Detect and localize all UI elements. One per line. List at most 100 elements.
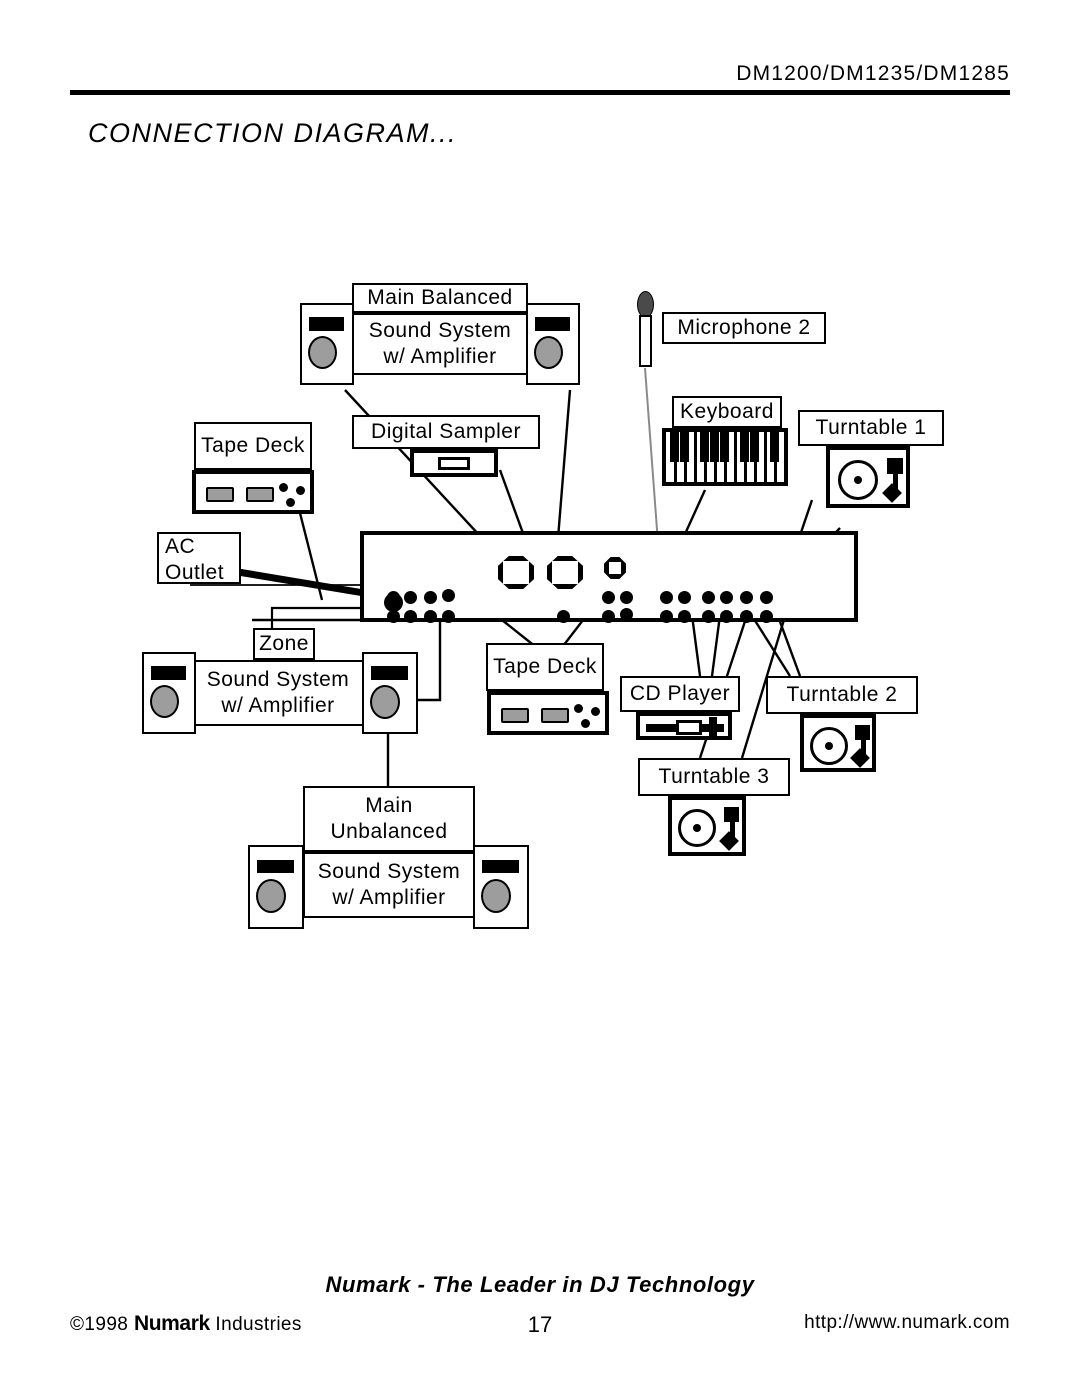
main-unbalanced-title-line2: Unbalanced: [330, 820, 448, 843]
rca-jack: [720, 610, 733, 623]
speaker-woofer-icon: [308, 336, 337, 370]
rca-jack: [702, 591, 715, 604]
speaker-woofer-icon: [481, 879, 512, 914]
zone-line2: w/ Amplifier: [221, 694, 335, 717]
turntable-platter-icon: [678, 809, 716, 847]
tape-control-dot: [296, 486, 305, 495]
speaker-tweeter-icon: [151, 666, 186, 680]
main-balanced-speaker-right: [526, 303, 580, 385]
main-unbalanced-title: Main Unbalanced: [303, 786, 475, 852]
turntable-3-device: [668, 796, 746, 856]
tape-deck-2-label-text: Tape Deck: [493, 655, 597, 679]
speaker-woofer-icon: [256, 879, 287, 914]
rca-jack: [660, 591, 673, 604]
microphone-label: Microphone 2: [662, 312, 826, 344]
rca-jack: [702, 610, 715, 623]
tape-control-dot: [574, 704, 583, 713]
rca-jack: [760, 610, 773, 623]
mic-input-jack: [604, 557, 626, 579]
cd-player-device: [636, 712, 732, 740]
keyboard-keys-icon: [666, 432, 784, 482]
ac-outlet-box: AC Outlet: [157, 532, 241, 584]
tape-deck-1-label: Tape Deck: [194, 422, 312, 470]
speaker-tweeter-icon: [257, 859, 294, 874]
tape-slot-icon: [501, 708, 529, 723]
speaker-tweeter-icon: [309, 317, 344, 331]
rca-jack: [760, 591, 773, 604]
rca-jack: [424, 610, 437, 623]
main-balanced-speaker-left: [300, 303, 354, 385]
cd-tray-icon: [676, 720, 702, 735]
rca-jack: [442, 589, 455, 602]
microphone-body-icon: [639, 315, 652, 367]
rca-jack: [660, 610, 673, 623]
cd-plus-icon: [709, 717, 717, 737]
tape-control-dot: [591, 707, 600, 716]
sampler-display-icon: [438, 457, 470, 470]
rca-jack: [602, 591, 615, 604]
turntable-3-label: Turntable 3: [638, 758, 790, 796]
tonearm-cartridge-icon: [882, 483, 902, 503]
rca-jack: [740, 591, 753, 604]
main-unbalanced-amp-box: Sound System w/ Amplifier: [303, 852, 475, 918]
main-unbalanced-line1: Sound System: [317, 859, 461, 883]
tonearm-cartridge-icon: [719, 831, 739, 851]
keyboard-label: Keyboard: [672, 396, 782, 428]
tape-control-dot: [286, 498, 295, 507]
cd-player-label-text: CD Player: [629, 682, 731, 706]
tape-slot-icon: [246, 487, 274, 502]
microphone-head-icon: [637, 291, 654, 318]
speaker-tweeter-icon: [371, 666, 408, 680]
ac-power-plug: [384, 593, 403, 612]
turntable-1-device: [826, 446, 910, 508]
speaker-tweeter-icon: [482, 859, 519, 874]
rca-jack: [404, 610, 417, 623]
tape-slot-icon: [206, 487, 234, 502]
digital-sampler-device: [410, 449, 498, 477]
digital-sampler-label-text: Digital Sampler: [371, 420, 521, 444]
main-unbalanced-line2: w/ Amplifier: [332, 886, 446, 909]
turntable-2-label-text: Turntable 2: [786, 683, 898, 707]
tape-control-dot: [279, 483, 288, 492]
xlr-output-right: [547, 556, 583, 589]
turntable-3-label-text: Turntable 3: [658, 765, 770, 789]
rca-jack: [620, 608, 633, 621]
tape-deck-1-device: [192, 470, 314, 514]
rca-jack: [740, 610, 753, 623]
connection-diagram: Main Balanced Sound System w/ Amplifier …: [0, 0, 1080, 1397]
turntable-1-label: Turntable 1: [798, 410, 944, 446]
rca-jack: [678, 591, 691, 604]
turntable-2-label: Turntable 2: [766, 676, 918, 714]
tape-deck-2-label: Tape Deck: [486, 643, 604, 691]
zone-speaker-right: [362, 652, 418, 734]
tonearm-cartridge-icon: [850, 748, 870, 768]
keyboard-device: [662, 428, 788, 486]
turntable-platter-icon: [810, 727, 848, 765]
microphone-label-text: Microphone 2: [677, 316, 811, 340]
main-unbalanced-speaker-left: [248, 845, 304, 929]
mixer-rear-panel: [360, 531, 858, 623]
main-balanced-line2: w/ Amplifier: [383, 345, 497, 368]
rca-jack: [678, 610, 691, 623]
zone-title: Zone: [253, 628, 315, 660]
rca-jack: [424, 591, 437, 604]
footer-tagline: Numark - The Leader in DJ Technology: [325, 1272, 755, 1297]
turntable-spindle-icon: [854, 476, 862, 484]
footer-url: http://www.numark.com: [804, 1312, 1010, 1333]
rca-jack: [557, 610, 570, 623]
turntable-spindle-icon: [693, 824, 701, 832]
speaker-tweeter-icon: [535, 317, 570, 331]
main-balanced-title: Main Balanced: [352, 283, 528, 313]
rca-jack: [404, 591, 417, 604]
tape-control-dot: [581, 719, 590, 728]
ac-outlet-line2: Outlet: [165, 561, 225, 585]
main-unbalanced-title-line1: Main: [365, 793, 413, 817]
zone-speaker-left: [142, 652, 196, 734]
turntable-2-device: [800, 714, 876, 772]
rca-jack: [620, 591, 633, 604]
rca-jack: [602, 610, 615, 623]
tape-deck-1-label-text: Tape Deck: [201, 434, 305, 458]
rca-jack: [720, 591, 733, 604]
tape-deck-2-device: [487, 691, 609, 735]
footer-row: ©1998 Numark Industries 17 http://www.nu…: [70, 1312, 1010, 1342]
